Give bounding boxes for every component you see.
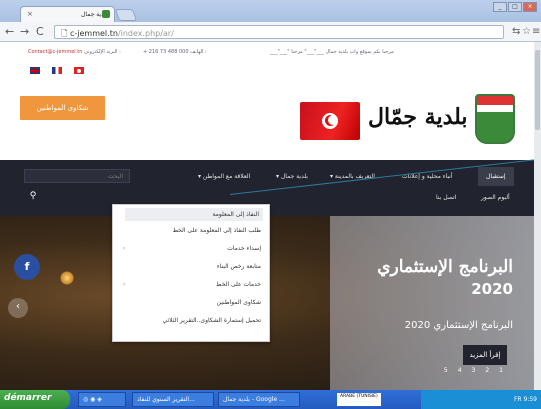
- pager-dot[interactable]: 4: [458, 367, 472, 374]
- hero-year: 2020: [471, 280, 513, 298]
- phone-label: الهاتف :: [190, 49, 207, 55]
- search-input[interactable]: البحث: [24, 169, 130, 183]
- browser-toolbar: ← → C 🗋 c-jemmel.tn/index.php/ar/ ⇆ ☆ ≡: [0, 22, 541, 42]
- menu-icon[interactable]: ≡: [532, 26, 540, 37]
- language-switcher: [30, 67, 84, 74]
- pager-dot[interactable]: 2: [485, 367, 499, 374]
- french-flag-icon[interactable]: [52, 67, 62, 74]
- complaints-button[interactable]: شكاوى المواطنين: [20, 96, 105, 120]
- citizen-relations-dropdown: النفاذ إلى المعلومة طلب النفاذ إلى المعل…: [112, 204, 270, 342]
- url-path: /index.php/ar/: [117, 29, 174, 38]
- nav-home[interactable]: إستقبال: [478, 167, 514, 186]
- close-window-button[interactable]: ×: [523, 2, 537, 12]
- contact-phone: + 216 73 488 000 الهاتف :: [143, 49, 207, 55]
- new-tab-button[interactable]: [114, 9, 138, 21]
- welcome-marquee: ___"___" مرحبا بكم بموقع واب بلدية جمال …: [270, 49, 394, 55]
- hero-board: [330, 216, 541, 390]
- scrollbar-thumb[interactable]: [535, 50, 540, 130]
- start-button[interactable]: démarrer: [0, 390, 70, 409]
- dropdown-item-complaints[interactable]: شكاوى المواطنين: [217, 299, 261, 306]
- window-controls: _ □ ×: [493, 2, 537, 12]
- submenu-arrow-icon: ‹: [123, 245, 126, 252]
- site-logo[interactable]: بلدية جمّال: [300, 92, 520, 152]
- back-icon[interactable]: ←: [5, 26, 14, 37]
- tray-language[interactable]: FR: [514, 396, 522, 403]
- page-scrollbar[interactable]: [534, 42, 541, 390]
- email-label: البريد الإلكتروني :: [84, 49, 121, 55]
- facebook-icon[interactable]: f: [14, 254, 40, 280]
- url-host: c-jemmel.tn: [69, 29, 118, 38]
- pager-dot[interactable]: 3: [472, 367, 486, 374]
- email-value[interactable]: Contact@c-jemmel.tn: [28, 49, 82, 55]
- pager-dot[interactable]: 1: [499, 367, 513, 374]
- language-indicator[interactable]: ARABE (TUNISIE): [337, 393, 381, 406]
- maximize-button[interactable]: □: [508, 2, 522, 12]
- site-title: بلدية جمّال: [368, 104, 468, 130]
- dropdown-item-services[interactable]: إسداء خدمات: [227, 245, 261, 252]
- submenu-arrow-icon: ‹: [123, 281, 126, 288]
- nav-municipality[interactable]: بلدية جمال ▾: [276, 173, 308, 180]
- slider-prev-icon[interactable]: ‹: [8, 298, 28, 318]
- reload-icon[interactable]: C: [36, 26, 44, 37]
- dropdown-item-online-access-request[interactable]: طلب النفاذ إلى المعلومة على الخط: [172, 227, 261, 234]
- read-more-button[interactable]: إقرأ المزيد: [463, 345, 507, 365]
- browser-tab-bar: بلدية جمال × _ □ ×: [0, 0, 541, 22]
- arabic-flag-icon[interactable]: [74, 67, 84, 74]
- nav-citizen-relations[interactable]: العلاقة مع المواطن ▾: [198, 173, 250, 180]
- municipality-crest-icon: [475, 94, 515, 144]
- nav-photo-album[interactable]: ألبوم الصور: [481, 194, 510, 201]
- lamp-decor: [60, 271, 74, 285]
- top-info-bar: Contact@c-jemmel.tn البريد الإلكتروني : …: [0, 42, 541, 60]
- hero-heading: البرنامج الإستثماري: [377, 257, 513, 277]
- page-action-icon[interactable]: ⇆: [512, 26, 520, 37]
- page-icon: 🗋: [61, 29, 70, 38]
- taskbar-item-browser[interactable]: بلدية جمال - Google ...: [218, 392, 300, 407]
- minimize-button[interactable]: _: [493, 2, 507, 12]
- quick-launch[interactable]: ◎ ◉ ◈: [78, 392, 126, 407]
- system-tray: FR 9:59: [421, 390, 541, 409]
- dropdown-item-access-info[interactable]: النفاذ إلى المعلومة: [125, 208, 263, 221]
- nav-contact[interactable]: اتصل بنا: [436, 194, 456, 201]
- os-taskbar: démarrer ◎ ◉ ◈ التقرير السنوي للنفاذ... …: [0, 390, 541, 409]
- bookmark-star-icon[interactable]: ☆: [522, 26, 531, 37]
- tray-clock: 9:59: [523, 396, 537, 403]
- contact-email[interactable]: Contact@c-jemmel.tn البريد الإلكتروني :: [28, 49, 121, 55]
- address-bar[interactable]: 🗋 c-jemmel.tn/index.php/ar/: [54, 25, 504, 39]
- web-page: Contact@c-jemmel.tn البريد الإلكتروني : …: [0, 42, 541, 390]
- pager-dot[interactable]: 5: [444, 367, 458, 374]
- tab-close-icon[interactable]: ×: [27, 10, 33, 18]
- tunisia-flag-icon: [300, 102, 360, 140]
- search-icon[interactable]: ⚲: [24, 191, 42, 205]
- taskbar-item-report[interactable]: التقرير السنوي للنفاذ...: [132, 392, 214, 407]
- site-favicon-icon: [102, 10, 110, 18]
- browser-tab[interactable]: بلدية جمال ×: [20, 6, 115, 22]
- phone-value: + 216 73 488 000: [143, 49, 189, 55]
- forward-icon[interactable]: →: [20, 26, 29, 37]
- hero-subheading: البرنامج الإستثماري 2020: [404, 320, 513, 331]
- hero-slider: [0, 216, 541, 390]
- slider-pager: 54321: [444, 367, 513, 374]
- english-flag-icon[interactable]: [30, 67, 40, 74]
- dropdown-item-complaints-form[interactable]: تحميل إستمارة الشكاوى..التقرير الثلاثي: [162, 317, 261, 324]
- dropdown-item-online-services[interactable]: خدمات على الخط: [216, 281, 261, 288]
- dropdown-item-building-permits[interactable]: متابعة رخص البناء: [217, 263, 261, 270]
